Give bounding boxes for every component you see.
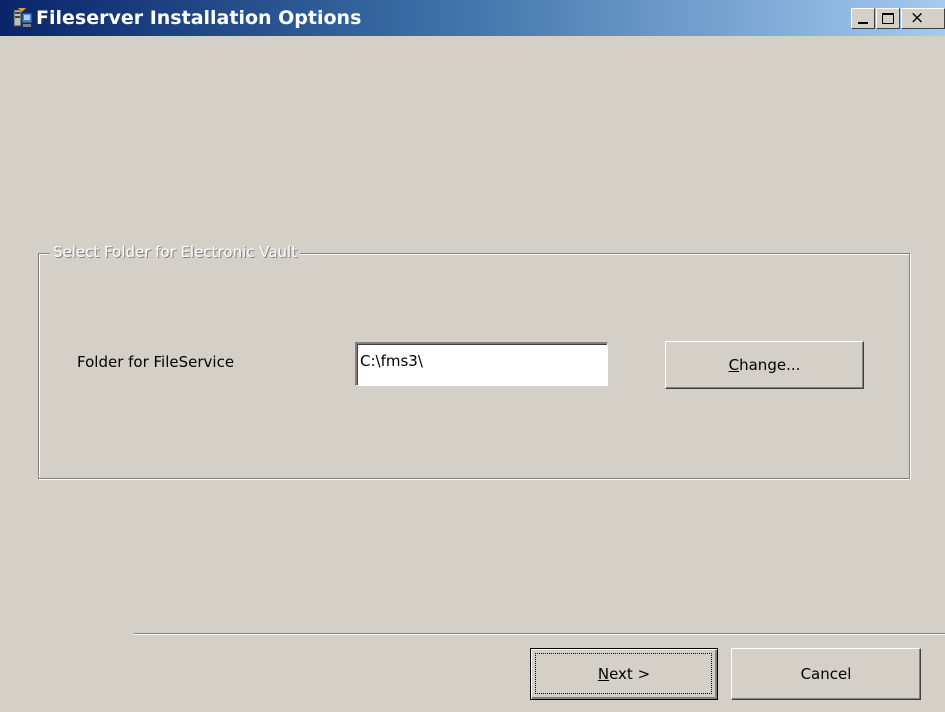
window-title: Fileserver Installation Options [36,7,362,29]
installer-app-icon [13,8,33,27]
maximize-button[interactable] [876,8,900,29]
groupbox-legend: Select Folder for Electronic Vault [50,242,301,262]
close-button[interactable]: × [901,8,945,29]
change-label: hange... [739,356,801,374]
change-mnemonic: C [728,356,740,374]
cancel-button[interactable]: Cancel [731,648,921,700]
focus-rectangle [535,653,712,694]
close-icon: × [910,8,925,28]
next-button[interactable]: Next > [530,648,718,700]
change-button[interactable]: Change... [665,341,864,389]
installer-window: Fileserver Installation Options × Select… [0,0,945,712]
footer-separator [134,633,945,635]
minimize-button[interactable] [851,8,875,29]
folder-label: Folder for FileService [77,353,235,371]
title-bar[interactable]: Fileserver Installation Options × [0,0,945,36]
maximize-icon [882,13,894,24]
folder-path-input[interactable]: C:\fms3\ [355,342,608,386]
minimize-icon [858,22,868,24]
